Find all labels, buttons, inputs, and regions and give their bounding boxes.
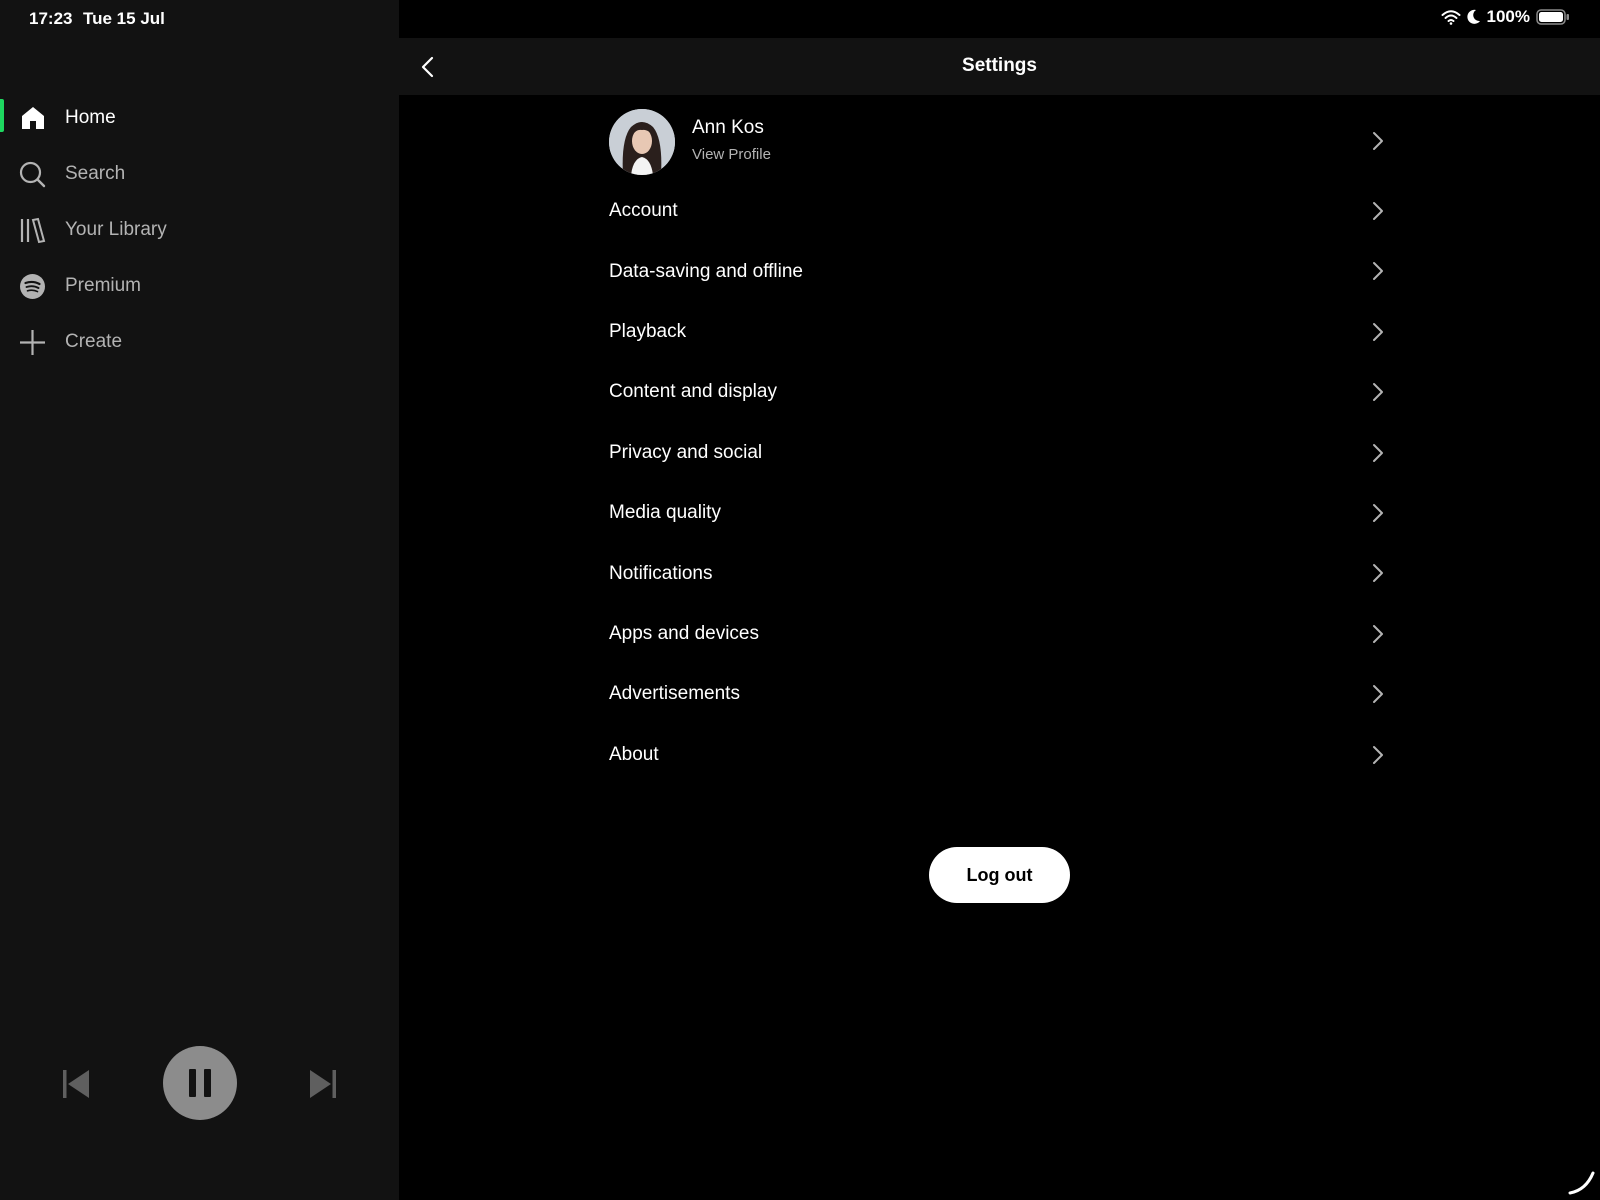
- moon-icon: [1466, 9, 1480, 24]
- settings-item-label: Apps and devices: [609, 622, 759, 644]
- settings-item-playback[interactable]: Playback: [609, 302, 1389, 362]
- status-indicators: 100%: [1441, 7, 1570, 27]
- skip-back-icon: [63, 1070, 89, 1098]
- chevron-right-icon: [1373, 624, 1383, 643]
- battery-percentage: 100%: [1486, 7, 1530, 26]
- chevron-right-icon: [1373, 443, 1383, 462]
- sidebar-item-search[interactable]: Search: [0, 146, 399, 202]
- settings-item-account[interactable]: Account: [609, 181, 1389, 241]
- plus-icon: [19, 329, 46, 356]
- settings-item-label: Media quality: [609, 502, 721, 524]
- home-indicator-icon: [1568, 1171, 1595, 1195]
- settings-item-label: Advertisements: [609, 683, 740, 705]
- main-panel: Settings Ann Kos View Profile Account Da…: [399, 0, 1600, 1200]
- skip-forward-icon: [310, 1070, 336, 1098]
- status-time: 17:23: [29, 9, 73, 28]
- settings-item-label: Notifications: [609, 562, 713, 584]
- status-date: Tue 15 Jul: [83, 9, 165, 28]
- avatar: [609, 109, 675, 175]
- settings-item-about[interactable]: About: [609, 725, 1389, 785]
- settings-list: Ann Kos View Profile Account Data-saving…: [609, 105, 1389, 785]
- sidebar: Home Search Your Library Premium Create: [0, 0, 399, 1200]
- sidebar-item-label: Create: [65, 331, 123, 352]
- chevron-right-icon: [1373, 262, 1383, 281]
- chevron-right-icon: [1373, 685, 1383, 704]
- previous-track-button[interactable]: [62, 1068, 90, 1100]
- pause-button[interactable]: [163, 1046, 237, 1120]
- settings-item-media-quality[interactable]: Media quality: [609, 483, 1389, 543]
- pause-icon: [189, 1069, 211, 1097]
- home-icon: [19, 105, 46, 132]
- settings-item-apps-devices[interactable]: Apps and devices: [609, 604, 1389, 664]
- sidebar-item-home[interactable]: Home: [0, 90, 399, 146]
- settings-header: Settings: [399, 38, 1600, 95]
- sidebar-item-label: Home: [65, 107, 116, 128]
- chevron-right-icon: [1373, 322, 1383, 341]
- chevron-right-icon: [1373, 503, 1383, 522]
- settings-item-label: Content and display: [609, 381, 777, 403]
- chevron-right-icon: [1373, 564, 1383, 583]
- sidebar-item-label: Your Library: [65, 219, 167, 240]
- settings-item-label: Privacy and social: [609, 441, 763, 463]
- settings-item-privacy-social[interactable]: Privacy and social: [609, 423, 1389, 483]
- profile-name: Ann Kos: [692, 117, 764, 138]
- settings-item-label: Account: [609, 200, 678, 222]
- settings-item-label: Playback: [609, 320, 687, 342]
- player-controls: [60, 1046, 350, 1122]
- settings-item-label: Data-saving and offline: [609, 260, 803, 282]
- settings-item-notifications[interactable]: Notifications: [609, 543, 1389, 603]
- settings-item-data-saving[interactable]: Data-saving and offline: [609, 241, 1389, 301]
- view-profile-link: View Profile: [692, 146, 771, 163]
- sidebar-item-library[interactable]: Your Library: [0, 202, 399, 258]
- search-icon: [19, 161, 46, 188]
- sidebar-item-label: Search: [65, 163, 126, 184]
- next-track-button[interactable]: [309, 1068, 337, 1100]
- library-icon: [19, 217, 46, 244]
- profile-row[interactable]: Ann Kos View Profile: [609, 105, 1389, 181]
- settings-item-label: About: [609, 743, 659, 765]
- settings-item-content-display[interactable]: Content and display: [609, 362, 1389, 422]
- chevron-right-icon: [1373, 132, 1383, 150]
- status-bar: 17:23 Tue 15 Jul 100%: [0, 0, 1600, 38]
- settings-item-advertisements[interactable]: Advertisements: [609, 664, 1389, 724]
- spotify-logo-icon: [19, 273, 46, 300]
- sidebar-nav: Home Search Your Library Premium Create: [0, 90, 399, 370]
- logout-button[interactable]: Log out: [929, 847, 1070, 903]
- battery-icon: [1536, 9, 1569, 25]
- wifi-icon: [1441, 10, 1461, 25]
- chevron-right-icon: [1373, 745, 1383, 764]
- sidebar-item-label: Premium: [65, 275, 142, 296]
- sidebar-item-create[interactable]: Create: [0, 314, 399, 370]
- chevron-right-icon: [1373, 383, 1383, 402]
- sidebar-item-premium[interactable]: Premium: [0, 258, 399, 314]
- chevron-right-icon: [1373, 202, 1383, 220]
- page-title: Settings: [962, 55, 1037, 76]
